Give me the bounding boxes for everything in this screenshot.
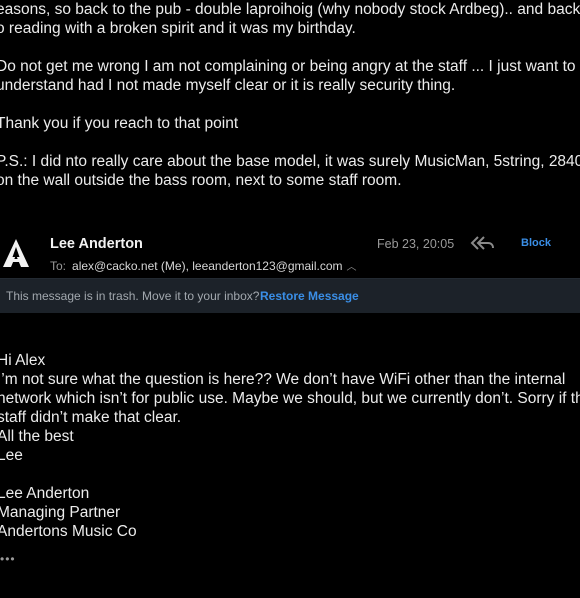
to-label: To: [50, 259, 67, 273]
message-header: Lee Anderton Feb 23, 20:05 Block To: alex… [0, 232, 580, 276]
message-line: Do not get me wrong I am not complaining… [0, 58, 576, 75]
andertons-logo-icon [3, 239, 29, 267]
message-line: on the wall outside the bass room, next … [0, 172, 402, 189]
sender-avatar[interactable] [2, 238, 30, 268]
message-line: All the best [0, 428, 74, 445]
trash-notice-bar: This message is in trash. Move it to you… [0, 278, 580, 313]
message-line: Thank you if you reach to that point [0, 115, 239, 132]
message-line: P.S.: I did nto really care about the ba… [0, 153, 580, 170]
message-line: I’m not sure what the question is here??… [0, 371, 566, 388]
message-line: Lee [0, 447, 23, 464]
reply-message-body: Hi Alex I’m not sure what the question i… [0, 351, 580, 541]
sender-name[interactable]: Lee Anderton [50, 236, 143, 252]
message-line: staff didn’t make that clear. [0, 409, 182, 426]
recipients-list: alex@cacko.net (Me), leeanderton123@gmai… [72, 259, 343, 273]
signature-name: Lee Anderton [0, 485, 90, 502]
message-line: o reading with a broken spirit and it wa… [0, 20, 356, 37]
trash-notice-text: This message is in trash. Move it to you… [6, 289, 260, 303]
block-button[interactable]: Block [521, 237, 551, 249]
show-trimmed-content-button[interactable]: ••• [0, 552, 16, 566]
message-line: Hi Alex [0, 352, 46, 369]
message-date: Feb 23, 20:05 [377, 237, 455, 251]
restore-message-button[interactable]: Restore Message [260, 289, 359, 303]
message-line: network which isn’t for public use. Mayb… [0, 390, 580, 407]
reply-all-icon[interactable] [470, 235, 494, 251]
signature-title: Managing Partner [0, 504, 121, 521]
signature-company: Andertons Music Co [0, 523, 137, 540]
message-line: easons, so back to the pub - double lapr… [0, 1, 580, 18]
chevron-up-icon[interactable]: ︿ [347, 262, 357, 273]
previous-message-body: easons, so back to the pub - double lapr… [0, 0, 580, 190]
message-line: understand had I not made myself clear o… [0, 77, 456, 94]
recipients-row[interactable]: To: alex@cacko.net (Me), leeanderton123@g… [50, 258, 357, 273]
